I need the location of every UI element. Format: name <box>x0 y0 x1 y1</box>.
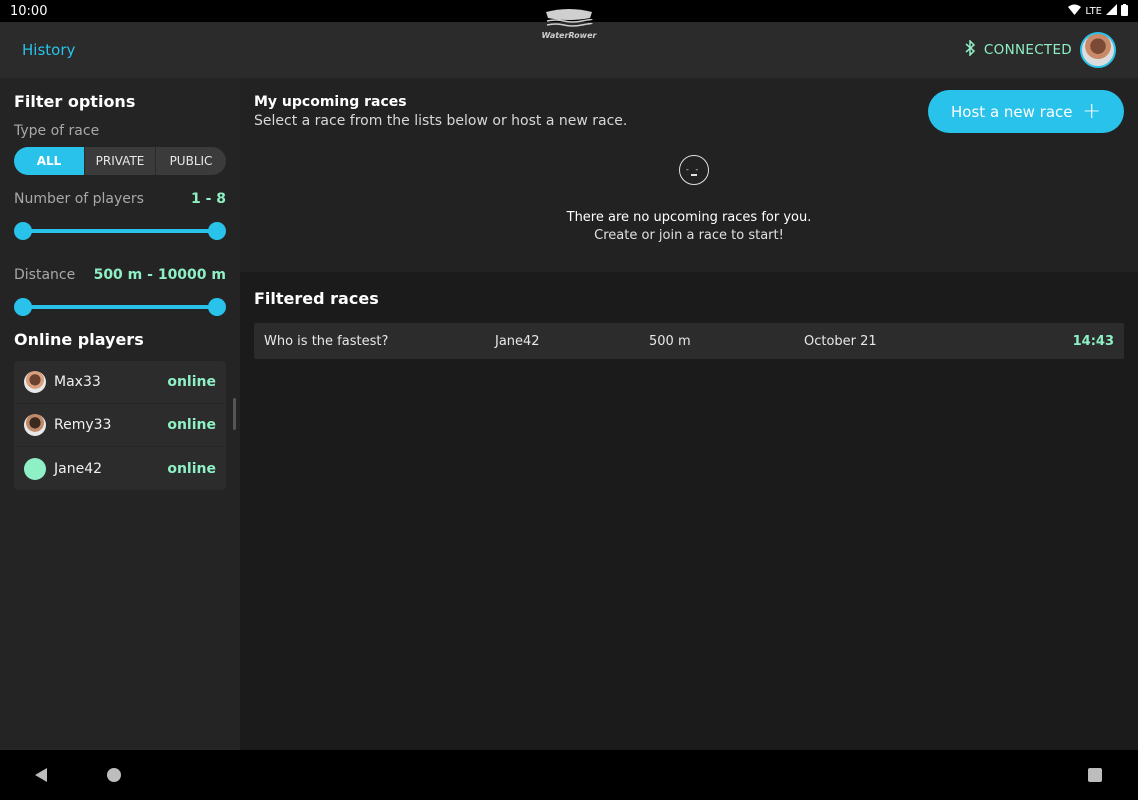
filtered-races-title: Filtered races <box>254 289 379 308</box>
upcoming-races-panel: My upcoming races Select a race from the… <box>240 78 1138 272</box>
type-label: Type of race <box>14 123 100 139</box>
race-date: October 21 <box>804 334 877 349</box>
home-icon[interactable] <box>107 768 121 782</box>
plus-icon: + <box>1082 98 1101 124</box>
player-name: Remy33 <box>54 417 112 433</box>
players-filter-header: Number of players 1 - 8 <box>14 191 226 207</box>
player-status: online <box>167 374 216 390</box>
sidebar-scroll-handle[interactable] <box>233 398 236 430</box>
upcoming-subtitle: Select a race from the lists below or ho… <box>254 113 628 129</box>
player-status: online <box>167 460 216 477</box>
list-item[interactable]: Jane42 online <box>14 447 226 490</box>
distance-slider-min-handle[interactable] <box>14 298 32 316</box>
connection-indicator: CONNECTED <box>964 32 1116 68</box>
distance-slider[interactable] <box>14 297 226 317</box>
navigation-bar <box>0 750 1138 800</box>
player-status: online <box>167 417 216 433</box>
player-avatar <box>24 457 46 480</box>
status-time: 10:00 <box>10 3 48 19</box>
table-row[interactable]: Who is the fastest? Jane42 500 m October… <box>254 323 1124 359</box>
status-icons: LTE <box>1068 3 1128 19</box>
race-time: 14:43 <box>1072 334 1114 349</box>
signal-icon <box>1106 4 1117 18</box>
type-option-private[interactable]: PRIVATE <box>84 147 155 175</box>
empty-state-message: There are no upcoming races for you. <box>566 210 812 225</box>
players-range-value: 1 - 8 <box>190 191 226 207</box>
waterrower-logo: WaterRower <box>541 8 597 46</box>
distance-label: Distance <box>14 267 76 283</box>
list-item[interactable]: Remy33 online <box>14 404 226 447</box>
players-slider-max-handle[interactable] <box>208 222 226 240</box>
players-slider-min-handle[interactable] <box>14 222 32 240</box>
player-avatar <box>24 371 46 393</box>
user-avatar[interactable] <box>1080 32 1116 68</box>
type-option-public[interactable]: PUBLIC <box>155 147 226 175</box>
race-host: Jane42 <box>495 334 540 349</box>
recent-apps-icon[interactable] <box>1088 768 1102 782</box>
filter-sidebar: Filter options Type of race ALL PRIVATE … <box>0 78 240 750</box>
wifi-icon <box>1068 4 1082 18</box>
logo-boat-icon <box>546 9 593 27</box>
race-distance: 500 m <box>649 334 691 349</box>
online-players-title: Online players <box>14 330 144 349</box>
players-slider[interactable] <box>14 221 226 241</box>
player-info: Max33 <box>24 371 101 393</box>
race-name: Who is the fastest? <box>264 334 389 349</box>
battery-icon <box>1121 3 1128 19</box>
empty-state-subtext: Create or join a race to start! <box>594 228 784 243</box>
network-type: LTE <box>1085 5 1102 17</box>
distance-range-value: 500 m - 10000 m <box>93 267 226 283</box>
bluetooth-icon <box>964 39 976 60</box>
player-info: Remy33 <box>24 414 111 436</box>
player-name: Max33 <box>54 374 101 390</box>
logo-text: WaterRower <box>541 31 597 40</box>
history-link[interactable]: History <box>22 41 75 59</box>
distance-slider-max-handle[interactable] <box>208 298 226 316</box>
host-race-button[interactable]: Host a new race + <box>928 90 1124 133</box>
race-type-toggle: ALL PRIVATE PUBLIC <box>14 147 226 175</box>
distance-slider-track <box>22 305 218 309</box>
back-icon[interactable] <box>35 768 47 782</box>
player-info: Jane42 <box>24 457 103 480</box>
type-option-all[interactable]: ALL <box>14 147 84 175</box>
host-race-label: Host a new race <box>951 102 1073 121</box>
neutral-face-icon: - - <box>679 155 709 185</box>
main-content: My upcoming races Select a race from the… <box>240 78 1138 750</box>
players-slider-track <box>22 229 218 233</box>
connection-status: CONNECTED <box>983 42 1072 58</box>
list-item[interactable]: Max33 online <box>14 361 226 404</box>
players-label: Number of players <box>14 191 144 207</box>
online-players-list: Max33 online Remy33 online Jane42 online <box>14 361 226 490</box>
filter-title: Filter options <box>14 92 136 111</box>
player-avatar <box>24 414 46 436</box>
distance-filter-header: Distance 500 m - 10000 m <box>14 267 226 283</box>
upcoming-title: My upcoming races <box>254 94 407 110</box>
player-name: Jane42 <box>54 460 103 477</box>
